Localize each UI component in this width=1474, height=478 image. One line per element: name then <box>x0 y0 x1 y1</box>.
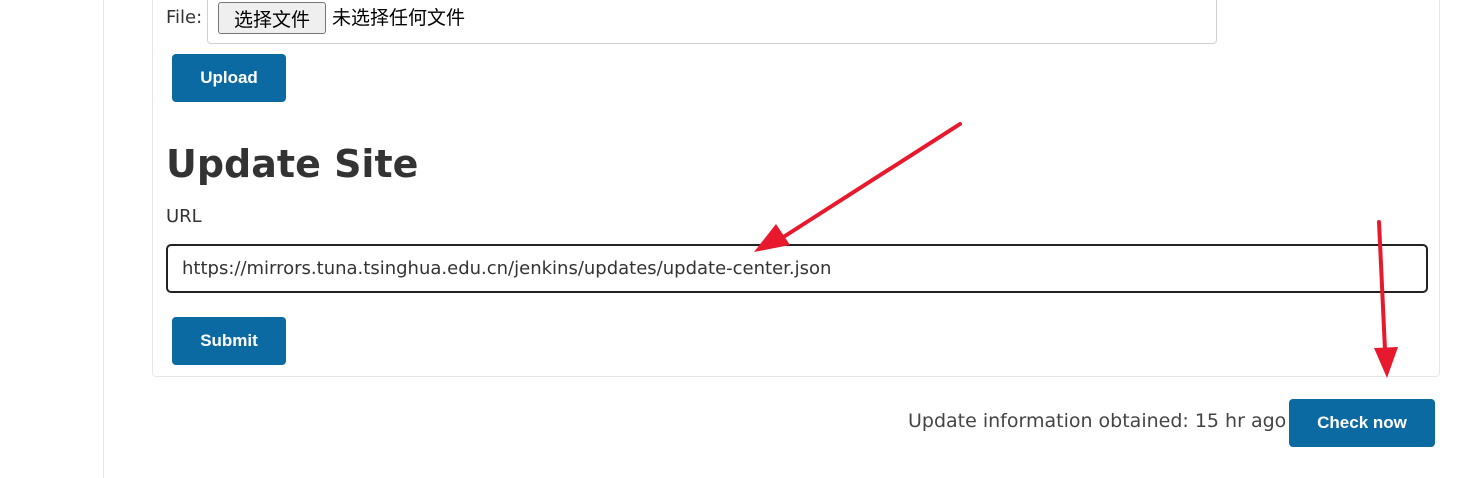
advanced-settings-panel <box>152 0 1440 377</box>
update-site-url-input[interactable] <box>166 244 1428 293</box>
choose-file-button[interactable]: 选择文件 <box>218 2 326 34</box>
update-info-text: Update information obtained: 15 hr ago <box>908 410 1287 432</box>
sidebar-divider <box>103 0 104 478</box>
update-settings-page: File: 选择文件 未选择任何文件 Upload Update Site UR… <box>0 0 1474 478</box>
update-site-title: Update Site <box>166 142 419 186</box>
no-file-selected-text: 未选择任何文件 <box>332 7 466 29</box>
submit-button[interactable]: Submit <box>172 317 286 365</box>
check-now-button[interactable]: Check now <box>1289 399 1435 447</box>
file-label: File: <box>166 7 203 28</box>
upload-button[interactable]: Upload <box>172 54 286 102</box>
url-label: URL <box>166 206 202 227</box>
